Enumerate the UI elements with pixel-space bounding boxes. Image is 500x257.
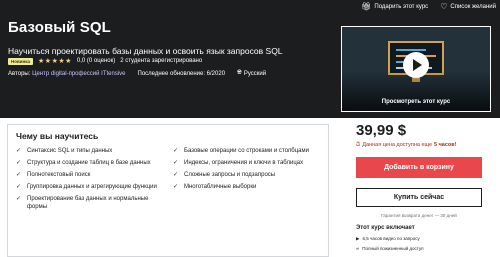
learn-item-text: Группировка данных и агрегирующие функци… [27,184,157,190]
new-badge: Новинка [8,57,34,65]
gift-course-label: Подарить этот курс [374,3,429,10]
check-icon: ✓ [173,184,179,190]
heart-icon: ♡ [440,1,448,11]
buy-now-button[interactable]: Купить сейчас [356,188,482,207]
top-actions: 🎁︎ Подарить этот курс ♡ Список желаний [361,0,496,13]
author-row: Авторы: Центр digital-профессий ITtensiv… [8,70,266,77]
learn-item: ✓ Синтаксис SQL и типы данных [16,147,163,155]
includes-title: Этот курс включает [356,225,415,231]
wishlist-label: Список желаний [450,3,496,10]
learn-item: ✓ Сложные запросы и подзапросы [173,171,320,179]
learn-item-text: Базовые операции со строками и столбцами [184,148,309,154]
course-subtitle: Научиться проектировать базы данных и ос… [8,46,283,56]
learn-item: ✓ Группировка данных и агрегирующие функц… [16,183,163,191]
rating-count-link[interactable]: 0,0 (0 оценок) [77,58,115,64]
check-icon: ✓ [173,172,179,178]
author-prefix: Авторы: [8,70,31,77]
learn-item-text: Многотабличные выборки [184,184,257,190]
learn-column-right: ✓ Базовые операции со строками и столбцам… [173,147,320,215]
language: 🌐︎ Русский [237,70,266,77]
learn-column-left: ✓ Синтаксис SQL и типы данных ✓ Структура … [16,147,163,215]
wishlist-button[interactable]: ♡ Список желаний [440,1,496,11]
learn-item: ✓ Индексы, ограничения и ключи в таблицах [173,159,320,167]
learn-item-text: Сложные запросы и подзапросы [184,172,276,178]
learn-item-text: Проектирование баз данных и нормальные ф… [27,196,149,210]
check-icon: ✓ [16,172,22,178]
learn-item-text: Структура и создание таблиц в базе данны… [27,160,151,166]
price-deadline: ⏰︎ Данная цена доступна еще 5 часов! [356,142,457,149]
check-icon: ✓ [16,148,22,154]
rating-row: Новинка ★★★★★ 0,0 (0 оценок) 2 студента … [8,57,202,65]
learn-item: ✓ Проектирование баз данных и нормальные … [16,195,163,211]
course-preview[interactable]: Просмотреть этот курс [341,26,491,112]
star-rating-icon: ★★★★★ [38,58,72,65]
check-icon: ✓ [16,184,22,190]
students-count: 2 студента зарегистрировано [120,58,203,64]
last-updated: Последнее обновление: 6/2020 [137,70,226,77]
learn-item: ✓ Базовые операции со строками и столбцам… [173,147,320,155]
includes-item-text: Полный пожизненный доступ [362,246,424,251]
preview-label[interactable]: Просмотреть этот курс [342,99,490,105]
add-to-cart-button[interactable]: Добавить в корзину [356,157,482,178]
check-icon: ✓ [16,196,22,202]
check-icon: ✓ [16,160,22,166]
includes-item-text: 6,5 часов видео по запросу [362,236,420,241]
deadline-prefix: Данная цена доступна еще [362,142,433,148]
learn-item-text: Индексы, ограничения и ключи в таблицах [184,160,304,166]
gift-icon: 🎁︎ [361,1,372,11]
check-icon: ✓ [173,160,179,166]
deadline-value: 5 часов! [434,142,457,148]
learn-item: ✓ Многотабличные выборки [173,183,320,191]
course-header: 🎁︎ Подарить этот курс ♡ Список желаний Б… [0,0,500,118]
infinity-icon: ∞ [356,246,360,251]
course-title: Базовый SQL [8,19,111,36]
course-price: 39,99 $ [356,122,407,139]
author-link[interactable]: Центр digital-профессий ITtensive [32,71,125,77]
alarm-clock-icon: ⏰︎ [356,142,361,148]
learn-item-text: Синтаксис SQL и типы данных [27,148,113,154]
language-label: Русский [243,70,267,77]
learn-item-text: Полнотекстовый поиск [27,172,91,178]
includes-item: ▶︎ 6,5 часов видео по запросу [356,236,420,242]
learn-item: ✓ Полнотекстовый поиск [16,171,163,179]
learn-title: Чему вы научитесь [16,131,99,141]
play-icon[interactable] [403,52,429,78]
globe-icon: 🌐︎ [237,70,242,76]
learn-item: ✓ Структура и создание таблиц в базе данн… [16,159,163,167]
what-you-will-learn: Чему вы научитесь ✓ Синтаксис SQL и типы … [7,124,329,257]
author-info: Авторы: Центр digital-профессий ITtensiv… [8,71,126,77]
code-line [396,49,426,51]
gift-course-button[interactable]: 🎁︎ Подарить этот курс [361,1,429,11]
video-icon: ▶︎ [356,236,360,241]
includes-item: ∞ Полный пожизненный доступ [356,246,424,251]
money-back-guarantee: Гарантия возврата денег — 30 дней [381,213,457,218]
check-icon: ✓ [173,148,179,154]
